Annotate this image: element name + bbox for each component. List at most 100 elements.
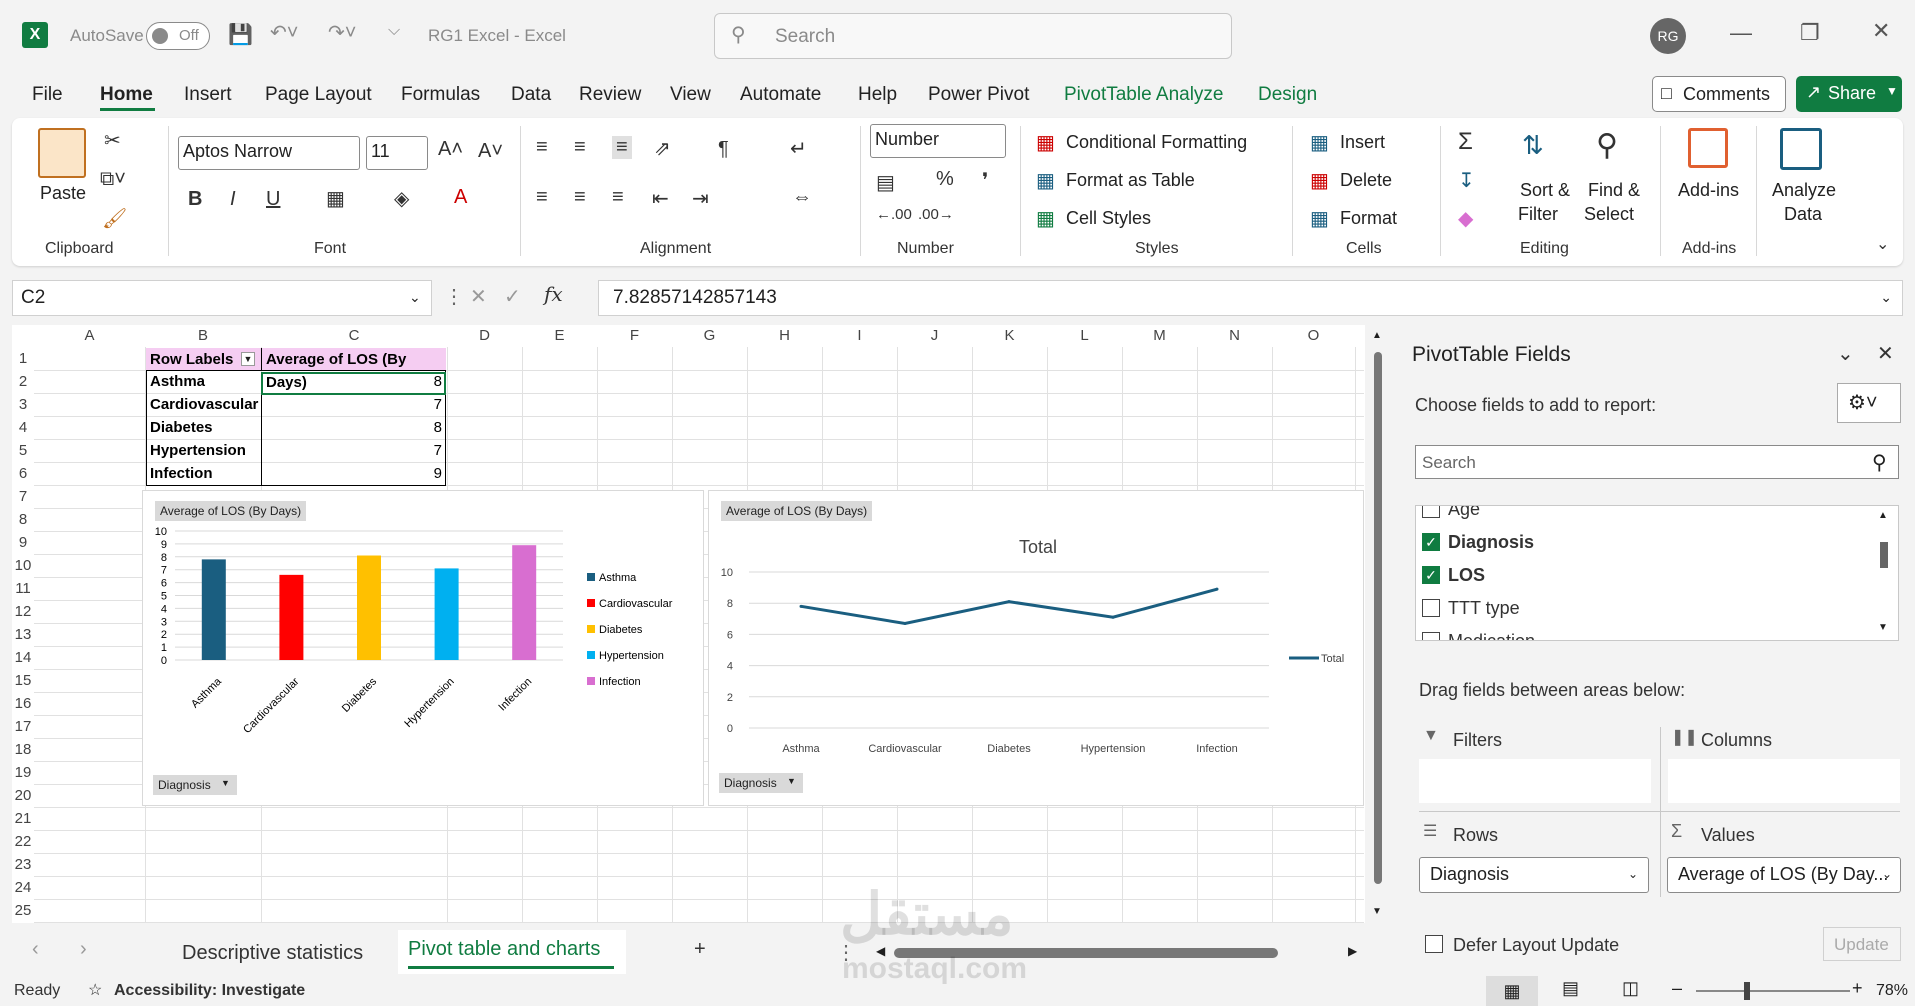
borders-icon[interactable]: ▦	[326, 186, 345, 211]
format-painter-icon[interactable]: 🖌	[102, 206, 127, 231]
column-header[interactable]: K	[972, 325, 1047, 347]
increase-indent-icon[interactable]: ⇥	[692, 186, 709, 211]
pivot-row-value[interactable]: 7	[262, 439, 442, 462]
next-sheet-icon[interactable]: ›	[80, 938, 87, 961]
increase-decimal-icon[interactable]: ←.00	[876, 206, 912, 223]
row-header[interactable]: 16	[12, 692, 34, 715]
analyze-data-icon[interactable]	[1780, 128, 1822, 170]
formula-input[interactable]: 7.82857142857143 ⌄	[598, 280, 1903, 316]
clear-icon[interactable]: ◆	[1458, 206, 1473, 231]
font-size-select[interactable]: 11	[366, 136, 428, 170]
column-header[interactable]: B	[145, 325, 261, 347]
tab-file[interactable]: File	[32, 84, 63, 106]
align-right-icon[interactable]: ≡	[612, 186, 624, 209]
column-header[interactable]: H	[747, 325, 822, 347]
bar-chart[interactable]: Average of LOS (By Days) 0 1 2 3 4 5 6 7 8 9 10 Ast…	[142, 490, 704, 806]
align-left-icon[interactable]: ≡	[536, 186, 548, 209]
align-center-icon[interactable]: ≡	[574, 186, 586, 209]
addins-button[interactable]: Add-ins	[1678, 180, 1739, 201]
pivot-row-value[interactable]: 9	[262, 462, 442, 485]
decrease-indent-icon[interactable]: ⇤	[652, 186, 669, 211]
collapse-ribbon-icon[interactable]: ⌄	[1876, 234, 1889, 254]
font-name-select[interactable]: Aptos Narrow	[178, 136, 360, 170]
row-header[interactable]: 18	[12, 738, 34, 761]
insert-function-icon[interactable]: fx	[544, 282, 563, 306]
delete-cells-button[interactable]: Delete	[1340, 170, 1392, 191]
align-bottom-icon[interactable]: ≡	[612, 136, 632, 159]
row-header[interactable]: 9	[12, 531, 34, 554]
page-break-view-icon[interactable]: ◫	[1622, 978, 1639, 999]
accessibility-status[interactable]: Accessibility: Investigate	[114, 982, 305, 1000]
tab-formulas[interactable]: Formulas	[401, 84, 480, 106]
analyze-data-label-1[interactable]: Analyze	[1772, 180, 1836, 201]
format-cells-button[interactable]: Format	[1340, 208, 1397, 229]
enter-icon[interactable]: ✓	[504, 284, 521, 309]
avatar[interactable]: RG	[1650, 18, 1686, 54]
value-field-button[interactable]: Average of LOS (By Days)	[721, 501, 873, 521]
settings-gear-icon[interactable]: ⚙˅	[1837, 383, 1901, 423]
tab-automate[interactable]: Automate	[740, 84, 821, 106]
column-header[interactable]: M	[1122, 325, 1197, 347]
align-middle-icon[interactable]: ≡	[574, 136, 586, 159]
font-color-icon[interactable]: A	[454, 186, 467, 209]
row-header[interactable]: 19	[12, 761, 34, 784]
columns-area[interactable]	[1668, 759, 1900, 803]
row-header[interactable]: 25	[12, 899, 34, 922]
scroll-up-icon[interactable]: ▲	[1878, 510, 1888, 521]
autosum-icon[interactable]: Σ	[1458, 128, 1473, 156]
row-header[interactable]: 14	[12, 646, 34, 669]
format-as-table-button[interactable]: Format as Table	[1066, 170, 1195, 191]
row-header[interactable]: 13	[12, 623, 34, 646]
row-header[interactable]: 8	[12, 508, 34, 531]
scroll-down-icon[interactable]: ▼	[1372, 906, 1382, 917]
column-header[interactable]: L	[1047, 325, 1122, 347]
redo-icon[interactable]: ↷˅	[328, 20, 356, 45]
pivot-header-value[interactable]: Average of LOS (By Days)	[261, 348, 446, 391]
number-format-select[interactable]: Number	[870, 124, 1006, 158]
name-box[interactable]: C2 ⌄	[12, 280, 432, 316]
column-header[interactable]: D	[447, 325, 522, 347]
page-layout-view-icon[interactable]: ▤	[1562, 978, 1579, 999]
row-header[interactable]: 21	[12, 807, 34, 830]
comma-style-icon[interactable]: ❜	[982, 168, 988, 193]
decrease-decimal-icon[interactable]: .00→	[918, 206, 954, 223]
defer-layout-checkbox[interactable]	[1425, 935, 1443, 953]
field-checkbox[interactable]	[1422, 506, 1440, 518]
scrollbar-thumb[interactable]	[1880, 542, 1888, 568]
cut-icon[interactable]: ✂	[104, 128, 121, 153]
row-header[interactable]: 7	[12, 485, 34, 508]
field-checkbox[interactable]	[1422, 599, 1440, 617]
sort-filter-label-1[interactable]: Sort &	[1520, 180, 1570, 201]
row-header[interactable]: 1	[12, 347, 34, 370]
orientation-icon[interactable]: ⇗	[654, 136, 671, 161]
bar[interactable]	[357, 555, 381, 660]
paste-button[interactable]: Paste	[40, 183, 86, 204]
analyze-data-label-2[interactable]: Data	[1784, 204, 1822, 225]
fill-color-icon[interactable]: ◈	[394, 186, 409, 211]
cancel-icon[interactable]: ✕	[470, 284, 487, 309]
fill-icon[interactable]: ↧	[1458, 168, 1475, 193]
field-search-input[interactable]: Search ⚲	[1415, 445, 1899, 479]
pivot-row-value[interactable]: 7	[262, 393, 442, 416]
zoom-in-icon[interactable]: +	[1852, 978, 1863, 999]
pivot-row-label[interactable]: Cardiovascular	[146, 393, 261, 416]
paste-icon[interactable]	[38, 128, 86, 178]
row-header[interactable]: 12	[12, 600, 34, 623]
find-select-label-2[interactable]: Select	[1584, 204, 1634, 225]
row-header[interactable]: 2	[12, 370, 34, 393]
tab-review[interactable]: Review	[579, 84, 641, 106]
scrollbar-thumb[interactable]	[1374, 352, 1382, 884]
tab-help[interactable]: Help	[858, 84, 897, 106]
field-checkbox[interactable]: ✓	[1422, 533, 1440, 551]
zoom-out-icon[interactable]: –	[1672, 978, 1682, 999]
field-dropdown-icon[interactable]: ▼	[787, 776, 796, 786]
value-field-button[interactable]: Average of LOS (By Days)	[155, 501, 307, 521]
row-header[interactable]: 20	[12, 784, 34, 807]
tab-home[interactable]: Home	[100, 84, 153, 106]
filter-dropdown-icon[interactable]: ▼	[241, 352, 255, 366]
zoom-level[interactable]: 78%	[1876, 982, 1908, 1000]
increase-font-icon[interactable]: A˄	[438, 138, 463, 161]
tab-pivottable-analyze[interactable]: PivotTable Analyze	[1064, 84, 1224, 106]
scroll-right-icon[interactable]: ▶	[1348, 944, 1357, 958]
tab-power-pivot[interactable]: Power Pivot	[928, 84, 1029, 106]
